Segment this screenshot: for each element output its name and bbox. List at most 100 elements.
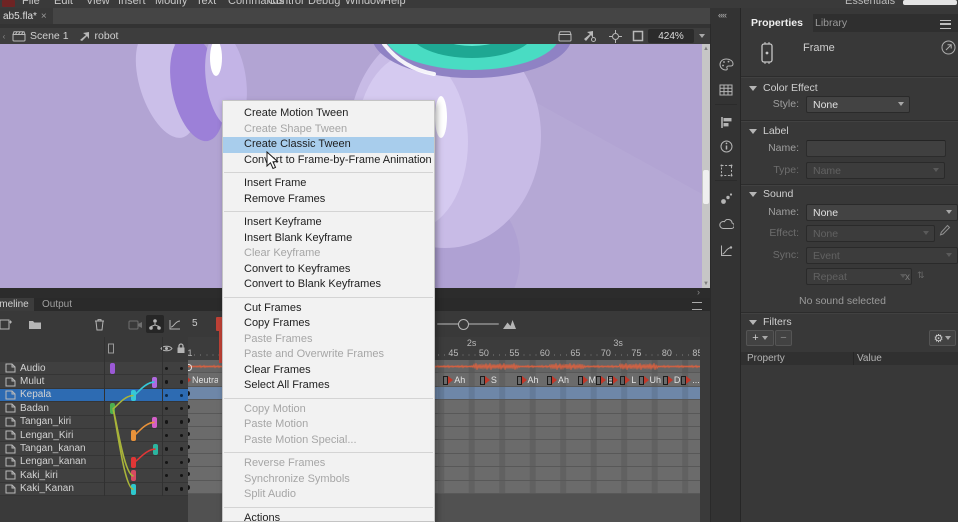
tab-timeline[interactable]: Timeline <box>0 298 34 311</box>
section-filters[interactable]: Filters <box>749 316 792 328</box>
lock-column-icon[interactable] <box>176 343 186 357</box>
parent-marker-lengan_kiri[interactable] <box>131 430 136 441</box>
lip-sync-label[interactable]: S <box>491 375 497 385</box>
menu-debug[interactable]: Debug <box>308 0 340 7</box>
layer-lock-dot[interactable] <box>180 461 184 465</box>
layer-lock-dot[interactable] <box>180 487 184 491</box>
menu-item-select-all-frames[interactable]: Select All Frames <box>223 378 434 394</box>
menu-item-actions[interactable]: Actions <box>223 511 434 522</box>
keyframe-dot[interactable] <box>188 472 190 477</box>
layer-visibility-dot[interactable] <box>165 487 169 491</box>
label-name-input[interactable] <box>806 140 946 157</box>
document-tab[interactable]: ab5.fla* × <box>0 8 53 24</box>
panel-menu-icon[interactable] <box>940 20 951 29</box>
layer-visibility-dot[interactable] <box>165 420 169 424</box>
sound-name-dropdown[interactable]: None <box>806 204 958 221</box>
stage-scrollbar-thumb[interactable] <box>703 170 709 204</box>
zoom-in-mountain-icon[interactable] <box>500 315 518 333</box>
scene-breadcrumb[interactable]: Scene 1 <box>30 30 69 42</box>
layer-lock-dot[interactable] <box>180 447 184 451</box>
back-chevron-icon[interactable]: ‹ <box>0 32 8 41</box>
menu-edit[interactable]: Edit <box>54 0 73 7</box>
scroll-up-icon[interactable]: ▲ <box>702 46 710 52</box>
keyframe-dot[interactable] <box>188 391 190 396</box>
animate-logo-icon[interactable] <box>2 0 15 7</box>
collapse-panels-icon[interactable]: «« <box>718 10 726 20</box>
layer-row-audio[interactable]: Audio <box>0 362 188 375</box>
layer-row-kaki_kiri[interactable]: Kaki_kiri <box>0 469 188 482</box>
menu-item-cut-frames[interactable]: Cut Frames <box>223 301 434 317</box>
add-filter-button[interactable]: + <box>746 330 774 346</box>
layer-visibility-dot[interactable] <box>165 447 169 451</box>
color-palette-icon[interactable] <box>711 52 741 76</box>
parenting-view-icon[interactable] <box>146 315 164 333</box>
keyframe-dot[interactable] <box>188 485 190 490</box>
menu-item-insert-keyframe[interactable]: Insert Keyframe <box>223 215 434 231</box>
center-stage-icon[interactable] <box>606 30 624 43</box>
tab-properties[interactable]: Properties <box>741 14 813 32</box>
filter-options-gear-button[interactable]: ⚙ <box>929 330 956 346</box>
layer-row-kaki_kanan[interactable]: Kaki_Kanan <box>0 483 188 496</box>
menu-item-convert-to-frame-by-frame-animation[interactable]: Convert to Frame-by-Frame Animation› <box>223 153 434 169</box>
parent-marker-lengan_kanan[interactable] <box>131 457 136 468</box>
workspace-switcher[interactable]: Essentials <box>845 0 895 7</box>
scroll-down-icon[interactable]: ▼ <box>702 281 710 287</box>
layer-row-tangan_kiri[interactable]: Tangan_kiri <box>0 416 188 429</box>
parent-marker-badan[interactable] <box>110 403 115 414</box>
parent-marker-kepala[interactable] <box>131 390 136 401</box>
creative-cloud-icon[interactable] <box>711 212 741 236</box>
panel-menu-icon[interactable] <box>692 302 702 310</box>
menu-item-create-classic-tween[interactable]: Create Classic Tween <box>223 137 434 153</box>
layer-row-badan[interactable]: Badan <box>0 402 188 415</box>
menu-item-remove-frames[interactable]: Remove Frames <box>223 192 434 208</box>
symbol-breadcrumb[interactable]: robot <box>95 30 119 42</box>
edit-scene-icon[interactable] <box>556 31 574 42</box>
layer-visibility-dot[interactable] <box>165 380 169 384</box>
lip-sync-label[interactable]: Uh <box>650 375 662 385</box>
menu-view[interactable]: View <box>86 0 110 7</box>
keyframe-dot[interactable] <box>188 458 190 463</box>
close-tab-icon[interactable]: × <box>41 11 47 22</box>
parent-marker-tangan_kiri[interactable] <box>152 417 157 428</box>
menu-control[interactable]: Control <box>268 0 303 7</box>
stage-vertical-scrollbar[interactable] <box>702 44 710 288</box>
delete-layer-icon[interactable] <box>90 315 108 333</box>
new-folder-icon[interactable] <box>26 315 44 333</box>
lip-sync-label[interactable]: D <box>674 375 681 385</box>
lip-sync-label[interactable]: Ah <box>528 375 539 385</box>
swatches-icon[interactable] <box>711 78 741 102</box>
menu-item-convert-to-keyframes[interactable]: Convert to Keyframes <box>223 262 434 278</box>
layer-lock-dot[interactable] <box>180 420 184 424</box>
tab-output[interactable]: Output <box>36 298 78 311</box>
lip-sync-label[interactable]: L <box>631 375 636 385</box>
menu-item-insert-blank-keyframe[interactable]: Insert Blank Keyframe <box>223 231 434 247</box>
stage-zoom-value[interactable]: 424% <box>648 29 694 43</box>
menu-item-clear-frames[interactable]: Clear Frames <box>223 363 434 379</box>
parent-marker-kaki_kanan[interactable] <box>131 484 136 495</box>
hscroll-right-icon[interactable]: › <box>697 287 700 297</box>
layer-row-kepala[interactable]: Kepala <box>0 389 188 402</box>
layer-row-lengan_kanan[interactable]: Lengan_kanan <box>0 456 188 469</box>
layer-visibility-dot[interactable] <box>165 394 169 398</box>
parent-marker-kaki_kiri[interactable] <box>131 470 136 481</box>
menu-modify[interactable]: Modify <box>155 0 187 7</box>
menu-item-convert-to-blank-keyframes[interactable]: Convert to Blank Keyframes <box>223 277 434 293</box>
lip-sync-label[interactable]: Ah <box>454 375 465 385</box>
zoom-chevron-icon[interactable] <box>699 34 705 38</box>
camera-icon[interactable] <box>126 315 144 333</box>
edit-symbol-icon[interactable] <box>580 30 598 42</box>
section-label[interactable]: Label <box>749 125 789 137</box>
section-color-effect[interactable]: Color Effect <box>749 82 818 94</box>
keyframe-dot[interactable] <box>188 432 190 437</box>
clip-content-icon[interactable] <box>629 30 647 42</box>
lip-sync-label[interactable]: Neutral <box>192 375 218 385</box>
info-icon[interactable] <box>711 134 741 158</box>
brush-library-icon[interactable] <box>711 186 741 210</box>
menu-insert[interactable]: Insert <box>118 0 146 7</box>
menu-item-copy-frames[interactable]: Copy Frames <box>223 316 434 332</box>
layer-lock-dot[interactable] <box>180 394 184 398</box>
keyframe-dot[interactable] <box>188 418 190 423</box>
timeline-zoom-slider-knob[interactable] <box>458 319 469 330</box>
layer-row-tangan_kanan[interactable]: Tangan_kanan <box>0 442 188 455</box>
parent-marker-mulut[interactable] <box>152 377 157 388</box>
